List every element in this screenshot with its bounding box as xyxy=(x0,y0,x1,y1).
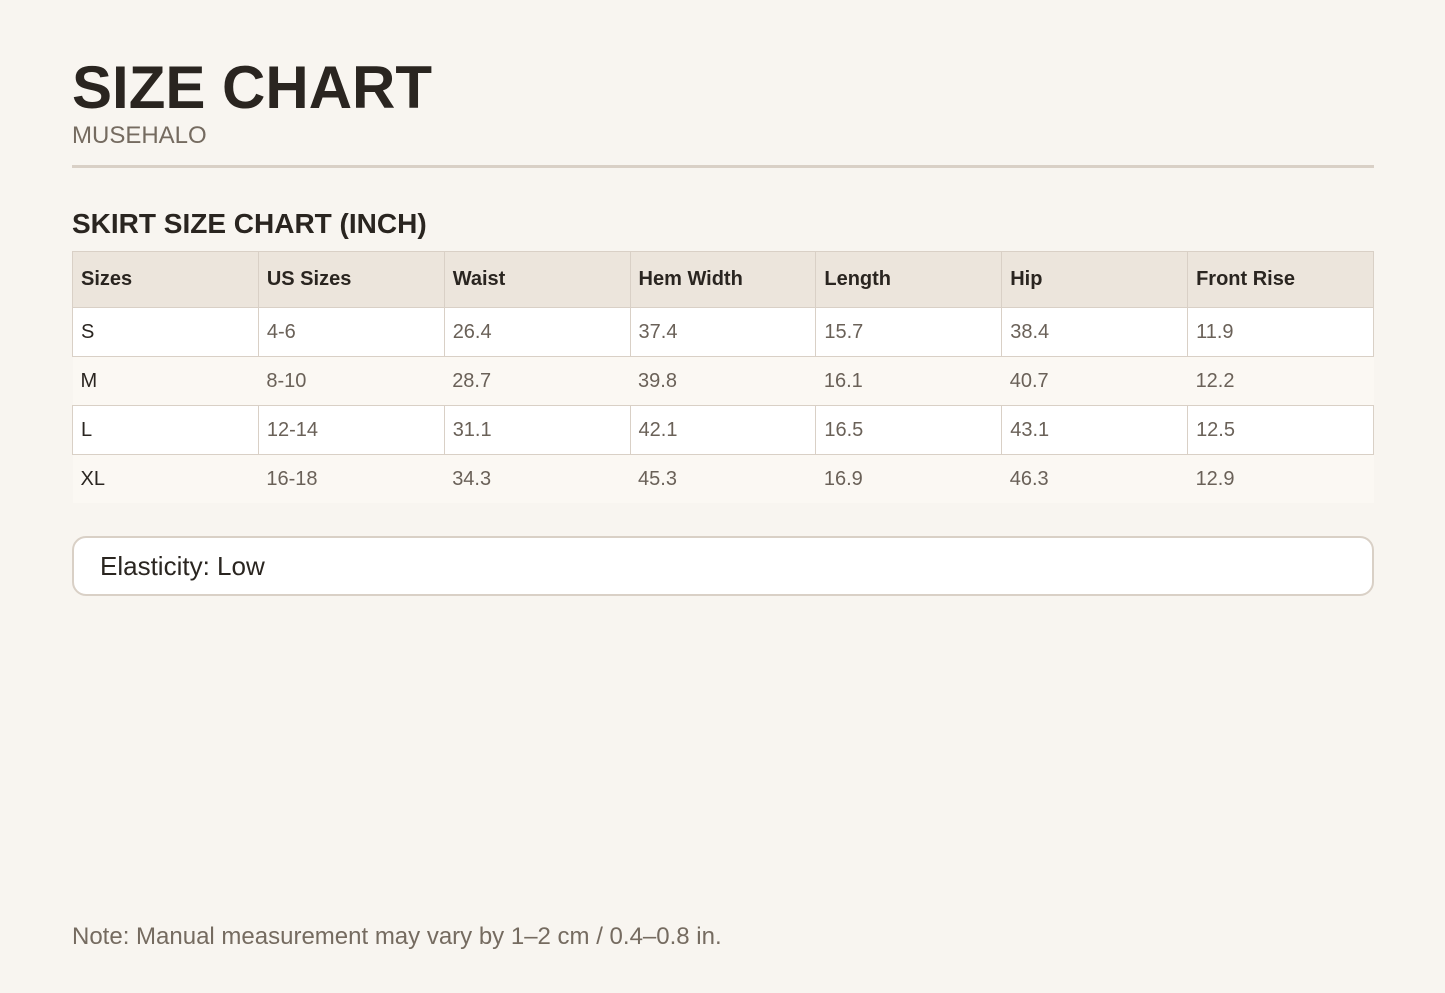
header-divider xyxy=(72,165,1374,168)
table-cell: 42.1 xyxy=(629,405,817,455)
table-cell: XL xyxy=(72,454,259,503)
table-cell: 28.7 xyxy=(444,356,631,406)
table-header-row: Sizes US Sizes Waist Hem Width Length Hi… xyxy=(72,251,1374,308)
table-cell: M xyxy=(72,356,259,406)
table-row: L 12-14 31.1 42.1 16.5 43.1 12.5 xyxy=(72,405,1374,455)
measurement-note: Note: Manual measurement may vary by 1–2… xyxy=(72,923,722,950)
column-header: Front Rise xyxy=(1187,251,1374,308)
table-cell: 43.1 xyxy=(1001,405,1189,455)
table-cell: 39.8 xyxy=(630,356,816,406)
column-header: US Sizes xyxy=(257,251,445,308)
table-row: M 8-10 28.7 39.8 16.1 40.7 12.2 xyxy=(72,356,1374,406)
section-title: SKIRT SIZE CHART (INCH) xyxy=(72,208,427,239)
table-cell: 46.3 xyxy=(1001,454,1188,503)
table-cell: 34.3 xyxy=(444,454,631,503)
elasticity-box: Elasticity: Low xyxy=(72,536,1374,596)
table-cell: 8-10 xyxy=(258,356,445,406)
brand-name: MUSEHALO xyxy=(72,122,207,149)
column-header: Hem Width xyxy=(629,251,817,308)
size-chart-page: SIZE CHART MUSEHALO SKIRT SIZE CHART (IN… xyxy=(72,52,1374,596)
table-cell: 38.4 xyxy=(1001,307,1189,357)
table-cell: 16-18 xyxy=(258,454,445,503)
column-header: Length xyxy=(815,251,1003,308)
column-header: Sizes xyxy=(72,251,259,308)
table-cell: 16.1 xyxy=(815,356,1002,406)
size-table: Sizes US Sizes Waist Hem Width Length Hi… xyxy=(72,251,1374,503)
column-header: Hip xyxy=(1001,251,1189,308)
table-cell: 12.5 xyxy=(1187,405,1374,455)
table-row: S 4-6 26.4 37.4 15.7 38.4 11.9 xyxy=(72,307,1374,357)
table-cell: 26.4 xyxy=(443,307,631,357)
column-header: Waist xyxy=(443,251,631,308)
table-cell: L xyxy=(72,405,259,455)
table-cell: 15.7 xyxy=(815,307,1003,357)
table-cell: 12.2 xyxy=(1187,356,1374,406)
table-cell: 40.7 xyxy=(1001,356,1188,406)
table-cell: 37.4 xyxy=(629,307,817,357)
table-cell: 11.9 xyxy=(1187,307,1374,357)
elasticity-text: Elasticity: Low xyxy=(100,550,265,581)
table-row: XL 16-18 34.3 45.3 16.9 46.3 12.9 xyxy=(72,454,1374,503)
table-cell: 45.3 xyxy=(630,454,816,503)
table-cell: 31.1 xyxy=(443,405,631,455)
table-cell: 16.9 xyxy=(815,454,1002,503)
table-cell: 4-6 xyxy=(257,307,445,357)
table-cell: 12.9 xyxy=(1187,454,1374,503)
table-cell: S xyxy=(72,307,259,357)
table-cell: 12-14 xyxy=(257,405,445,455)
table-cell: 16.5 xyxy=(815,405,1003,455)
page-title: SIZE CHART xyxy=(72,54,432,121)
